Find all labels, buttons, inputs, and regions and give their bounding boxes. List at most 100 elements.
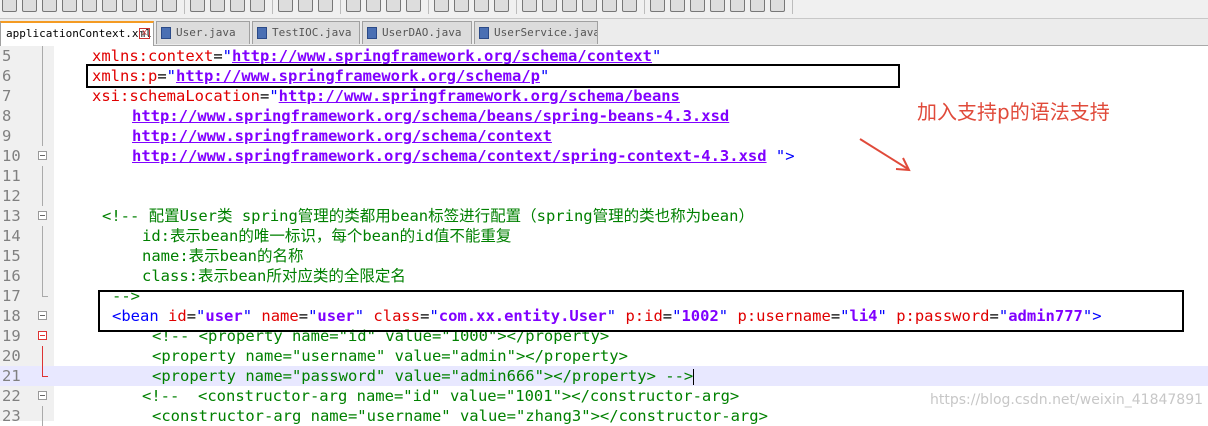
code-text: id:表示bean的唯一标识，每个bean的id值不能重复	[142, 227, 512, 245]
toolbar-separator	[184, 0, 185, 14]
toolbar-button-icon[interactable]	[750, 0, 765, 12]
line-number: 12	[2, 187, 21, 205]
toolbar-button-icon[interactable]	[386, 0, 401, 12]
code-text: <property name="username" value="admin">…	[152, 347, 628, 365]
code-line[interactable]: 16 class:表示bean所对应类的全限定名	[0, 266, 1208, 286]
toolbar-button-icon[interactable]	[710, 0, 725, 12]
code-line[interactable]: 14 id:表示bean的唯一标识，每个bean的id值不能重复	[0, 226, 1208, 246]
toolbar-button-icon[interactable]	[122, 0, 137, 12]
tab-label: applicationContext.xml	[6, 27, 152, 40]
toolbar-button-icon[interactable]	[190, 0, 205, 12]
line-number: 19	[2, 327, 21, 345]
code-line[interactable]: 23 <constructor-arg name="username" value…	[0, 406, 1208, 426]
toolbar-button-icon[interactable]	[522, 0, 537, 12]
fold-guide-line	[42, 226, 43, 246]
toolbar-button-icon[interactable]	[434, 0, 449, 12]
code-line[interactable]: 21 <property name="password" value="admin…	[0, 366, 1208, 386]
fold-toggle-icon[interactable]	[38, 391, 47, 400]
toolbar-button-icon[interactable]	[622, 0, 637, 12]
close-icon[interactable]: x	[139, 28, 150, 39]
toolbar-button-icon[interactable]	[278, 0, 293, 12]
code-line[interactable]: 9 http://www.springframework.org/schema/c…	[0, 126, 1208, 146]
line-number: 16	[2, 267, 21, 285]
line-number: 23	[2, 407, 21, 425]
fold-toggle-icon[interactable]	[38, 311, 47, 320]
toolbar-button-icon[interactable]	[22, 0, 37, 12]
tab-testioc-java[interactable]: TestIOC.java	[252, 21, 360, 44]
fold-toggle-icon[interactable]	[38, 331, 47, 340]
fold-guide-line	[42, 126, 43, 146]
fold-guide-line	[42, 86, 43, 106]
tab-userservice-java[interactable]: UserService.java	[474, 21, 598, 44]
tab-label: User.java	[176, 26, 236, 39]
fold-guide-line	[42, 246, 43, 266]
code-text: http://www.springframework.org/schema/co…	[132, 127, 552, 145]
toolbar-button-icon[interactable]	[42, 0, 57, 12]
toolbar-button-icon[interactable]	[670, 0, 685, 12]
annotation-arrow	[859, 138, 911, 172]
fold-toggle-icon[interactable]	[38, 211, 47, 220]
tab-label: UserDAO.java	[382, 26, 462, 39]
code-line[interactable]: 12	[0, 186, 1208, 206]
tab-user-java[interactable]: User.java	[156, 21, 250, 44]
toolbar-button-icon[interactable]	[582, 0, 597, 12]
code-line[interactable]: 5 xmlns:context="http://www.springframewo…	[0, 46, 1208, 66]
toolbar-button-icon[interactable]	[318, 0, 333, 12]
toolbar-separator	[792, 0, 793, 14]
code-text: <!-- <constructor-arg name="id" value="1…	[142, 387, 740, 405]
toolbar-button-icon[interactable]	[346, 0, 361, 12]
fold-guide-line	[42, 186, 43, 206]
code-text: xmlns:context="http://www.springframewor…	[92, 47, 662, 65]
toolbar-button-icon[interactable]	[102, 0, 117, 12]
fold-guide-line	[42, 266, 43, 286]
toolbar-button-icon[interactable]	[454, 0, 469, 12]
code-line[interactable]: 20 <property name="username" value="admin…	[0, 346, 1208, 366]
toolbar-button-icon[interactable]	[494, 0, 509, 12]
code-text: <property name="password" value="admin66…	[152, 367, 695, 385]
toolbar-button-icon[interactable]	[690, 0, 705, 12]
java-file-icon	[479, 27, 489, 39]
toolbar-button-icon[interactable]	[406, 0, 421, 12]
tab-userdao-java[interactable]: UserDAO.java	[362, 21, 472, 44]
line-number: 7	[2, 87, 12, 105]
toolbar-button-icon[interactable]	[142, 0, 157, 12]
toolbar-button-icon[interactable]	[650, 0, 665, 12]
tab-applicationcontext-xml[interactable]: applicationContext.xml x	[0, 21, 154, 46]
watermark: https://blog.csdn.net/weixin_41847891	[930, 392, 1204, 408]
toolbar-button-icon[interactable]	[562, 0, 577, 12]
toolbar-button-icon[interactable]	[366, 0, 381, 12]
code-line[interactable]: 13 <!-- 配置User类 spring管理的类都用bean标签进行配置（sp…	[0, 206, 1208, 226]
toolbar-button-icon[interactable]	[2, 0, 17, 12]
highlight-box-bean-tag	[98, 290, 1184, 332]
toolbar-button-icon[interactable]	[730, 0, 745, 12]
code-line[interactable]: 10 http://www.springframework.org/schema/…	[0, 146, 1208, 166]
toolbar-separator	[340, 0, 341, 14]
code-text: class:表示bean所对应类的全限定名	[142, 267, 406, 285]
line-number: 22	[2, 387, 21, 405]
tab-label: TestIOC.java	[272, 26, 352, 39]
code-text: http://www.springframework.org/schema/co…	[132, 147, 795, 165]
line-number: 17	[2, 287, 21, 305]
toolbar-button-icon[interactable]	[162, 0, 177, 12]
toolbar-button-icon[interactable]	[230, 0, 245, 12]
toolbar-button-icon[interactable]	[770, 0, 785, 12]
toolbar-button-icon[interactable]	[250, 0, 265, 12]
toolbar-button-icon[interactable]	[474, 0, 489, 12]
toolbar-button-icon[interactable]	[62, 0, 77, 12]
toolbar-button-icon[interactable]	[602, 0, 617, 12]
toolbar-button-icon[interactable]	[542, 0, 557, 12]
code-line[interactable]: 11	[0, 166, 1208, 186]
line-number: 13	[2, 207, 21, 225]
toolbar-button-icon[interactable]	[82, 0, 97, 12]
code-line[interactable]: 15 name:表示bean的名称	[0, 246, 1208, 266]
code-text: name:表示bean的名称	[142, 247, 304, 265]
toolbar-button-icon[interactable]	[210, 0, 225, 12]
toolbar-separator	[428, 0, 429, 14]
toolbar-button-icon[interactable]	[298, 0, 313, 12]
java-file-icon	[257, 27, 267, 39]
fold-guide-line	[42, 46, 43, 66]
fold-guide-line	[42, 346, 43, 366]
fold-toggle-icon[interactable]	[38, 151, 47, 160]
code-text: xsi:schemaLocation="http://www.springfra…	[92, 87, 680, 105]
java-file-icon	[161, 27, 171, 39]
